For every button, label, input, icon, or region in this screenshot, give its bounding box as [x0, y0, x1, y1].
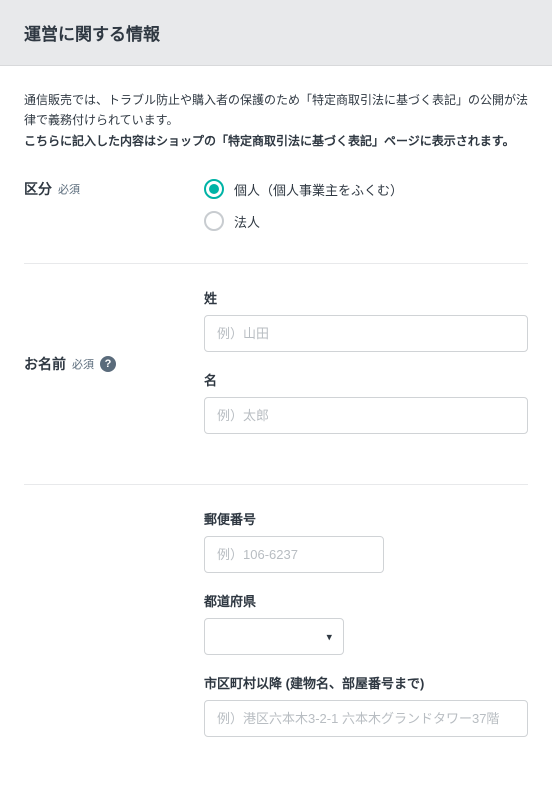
field-sei: 姓: [204, 288, 528, 352]
field-mei: 名: [204, 370, 528, 434]
radio-label-hojin: 法人: [234, 212, 260, 231]
radio-kojin[interactable]: 個人（個人事業主をふくむ）: [204, 179, 528, 199]
sub-label-postal: 郵便番号: [204, 509, 528, 528]
field-postal: 郵便番号: [204, 509, 528, 573]
field-col-address: 郵便番号 都道府県 ▾ 市区町村以降 (建物名、部屋番号まで): [204, 509, 528, 755]
radio-label-kojin: 個人（個人事業主をふくむ）: [234, 180, 403, 199]
input-mei[interactable]: [204, 397, 528, 434]
sub-label-city: 市区町村以降 (建物名、部屋番号まで): [204, 673, 528, 692]
help-icon[interactable]: ?: [100, 356, 116, 372]
radio-icon-checked: [204, 179, 224, 199]
input-city[interactable]: [204, 700, 528, 737]
label-col-name: お名前 必須 ?: [24, 288, 204, 374]
label-name: お名前: [24, 354, 66, 374]
intro-line1: 通信販売では、トラブル防止や購入者の保護のため「特定商取引法に基づく表記」の公開…: [24, 93, 528, 127]
divider: [24, 263, 528, 264]
required-tag: 必須: [58, 181, 80, 197]
field-prefecture: 都道府県 ▾: [204, 591, 528, 655]
input-postal[interactable]: [204, 536, 384, 573]
content-area: 通信販売では、トラブル防止や購入者の保護のため「特定商取引法に基づく表記」の公開…: [0, 66, 552, 811]
page-title: 運営に関する情報: [24, 20, 528, 45]
sub-label-mei: 名: [204, 370, 528, 389]
divider: [24, 484, 528, 485]
radio-icon-unchecked: [204, 211, 224, 231]
field-col-name: 姓 名: [204, 288, 528, 452]
row-kubun: 区分 必須 個人（個人事業主をふくむ） 法人: [24, 179, 528, 231]
select-prefecture[interactable]: [204, 618, 344, 655]
intro-line2: こちらに記入した内容はショップの「特定商取引法に基づく表記」ページに表示されます…: [24, 134, 515, 148]
label-col-kubun: 区分 必須: [24, 179, 204, 199]
radio-hojin[interactable]: 法人: [204, 211, 528, 231]
row-address: 郵便番号 都道府県 ▾ 市区町村以降 (建物名、部屋番号まで): [24, 509, 528, 755]
field-col-kubun: 個人（個人事業主をふくむ） 法人: [204, 179, 528, 231]
required-tag: 必須: [72, 356, 94, 372]
sub-label-sei: 姓: [204, 288, 528, 307]
row-name: お名前 必須 ? 姓 名: [24, 288, 528, 452]
page-header: 運営に関する情報: [0, 0, 552, 66]
label-kubun: 区分: [24, 179, 52, 199]
intro-text: 通信販売では、トラブル防止や購入者の保護のため「特定商取引法に基づく表記」の公開…: [24, 90, 528, 151]
sub-label-prefecture: 都道府県: [204, 591, 528, 610]
select-wrap-prefecture: ▾: [204, 618, 344, 655]
input-sei[interactable]: [204, 315, 528, 352]
radio-group-kubun: 個人（個人事業主をふくむ） 法人: [204, 179, 528, 231]
field-city: 市区町村以降 (建物名、部屋番号まで): [204, 673, 528, 737]
